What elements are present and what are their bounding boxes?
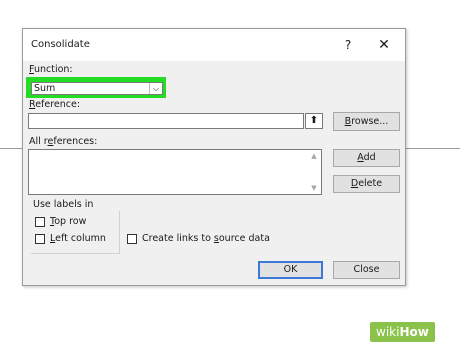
create-links-checkbox[interactable] [127,234,137,244]
top-row-text: op row [54,216,87,227]
wikihow-watermark: wikiHow [370,322,435,342]
reference-input[interactable] [28,113,304,129]
dialog-title: Consolidate [31,39,90,50]
left-column-label: Left column [50,233,106,244]
close-button[interactable]: Close [333,261,400,279]
function-label: Function: [29,64,73,75]
top-row-checkbox[interactable] [35,217,45,227]
all-references-label-b: ferences: [53,136,98,147]
all-references-list[interactable]: ▲ ▼ [28,149,322,195]
left-column-checkbox[interactable] [35,234,45,244]
delete-button[interactable]: Delete [333,175,400,193]
function-dropdown[interactable]: Sum ⌵ [31,82,163,95]
top-row-label: Top row [50,216,86,227]
reference-label: Reference: [29,99,80,110]
scroll-down-icon[interactable]: ▼ [309,184,319,192]
delete-label: elete [358,178,383,189]
left-column-text: eft column [55,233,106,244]
create-links-text-a: Create links to [142,233,214,244]
use-labels-title: Use labels in [33,199,94,210]
close-icon[interactable]: ✕ [375,35,393,55]
watermark-how: How [399,325,429,339]
chevron-down-icon[interactable]: ⌵ [149,83,162,94]
browse-button[interactable]: Browse... [333,112,400,131]
all-references-label: All references: [29,136,97,147]
reference-label-rest: eference: [35,99,81,110]
help-button[interactable]: ? [339,35,357,55]
collapse-dialog-icon[interactable]: ⬆ [305,113,323,129]
background-line-right [406,148,460,149]
watermark-wiki: wiki [376,325,400,339]
function-highlight: Sum ⌵ [26,77,166,98]
title-bar: Consolidate ? ✕ [23,29,405,61]
background-line-left [0,148,22,149]
add-label: dd [363,152,376,163]
browse-label: rowse... [351,116,389,127]
create-links-text-b: ource data [218,233,270,244]
create-links-label: Create links to source data [142,233,270,244]
scroll-up-icon[interactable]: ▲ [309,152,319,160]
function-value: Sum [34,83,56,94]
function-label-rest: unction: [33,64,73,75]
consolidate-dialog: Consolidate ? ✕ Function: Sum ⌵ Referenc… [22,28,406,286]
all-references-label-a: All r [29,136,48,147]
add-button[interactable]: Add [333,149,400,167]
ok-button[interactable]: OK [258,261,323,279]
